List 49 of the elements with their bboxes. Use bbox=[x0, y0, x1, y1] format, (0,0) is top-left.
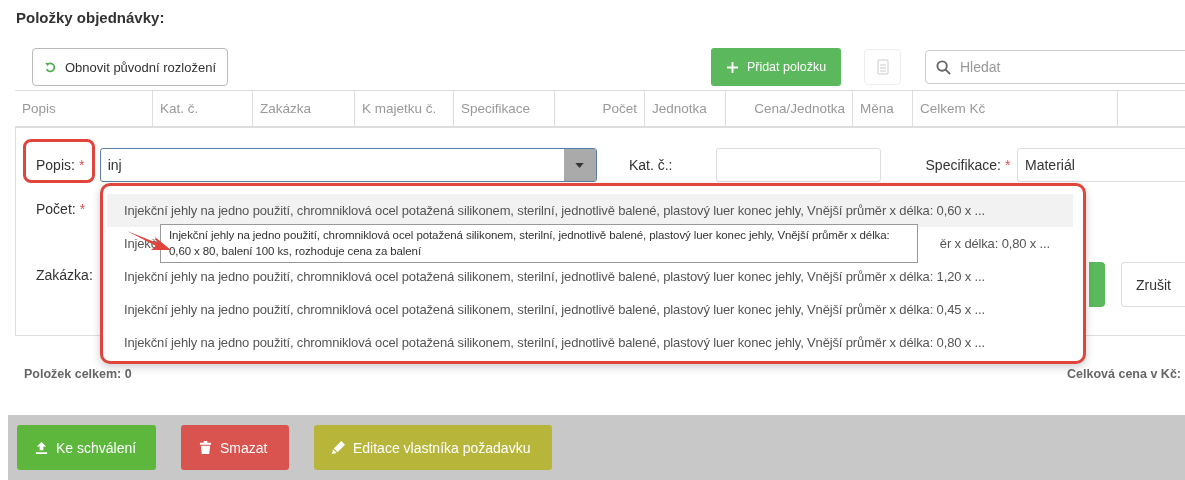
item-count: Položek celkem: 0 bbox=[24, 367, 132, 381]
search-icon bbox=[936, 60, 951, 75]
spreadsheet-file-icon bbox=[874, 59, 891, 75]
trash-icon bbox=[199, 441, 212, 454]
highlight-frame bbox=[23, 139, 95, 183]
suggestion-item[interactable]: Injekční jehly na jedno použití, chromniklová ocel potažená silikonem, sterilní, jednotlivě balené, plastový luer konec jehly, Vnější průměr x délka: 0,80 x ... bbox=[107, 326, 1073, 359]
suggestion-item[interactable]: Injekční jehly na jedno použití, chromniklová ocel potažená silikonem, sterilní, jednotlivě balené, plastový luer konec jehly, Vnější průměr x délka: 0,45 x ... bbox=[107, 293, 1073, 326]
required-mark: * bbox=[78, 157, 85, 173]
suggestion-item[interactable]: Injekční jehly na jedno použití, chromniklová ocel potažená silikonem, sterilní, jednotlivě balené, plastový luer konec jehly, Vnější průměr x délka: 1,20 x ... bbox=[107, 260, 1073, 293]
export-button[interactable] bbox=[864, 49, 901, 85]
search-field[interactable]: Hledat bbox=[925, 50, 1185, 84]
action-button[interactable]: Smazat bbox=[181, 425, 289, 470]
column-header[interactable]: Jednotka bbox=[645, 91, 726, 126]
total-price: Celková cena v Kč: bbox=[1067, 367, 1181, 381]
upload-icon bbox=[35, 441, 48, 454]
field-label: Kat. č.: bbox=[628, 157, 673, 173]
field-label: Zakázka: bbox=[36, 266, 93, 283]
reset-layout-button[interactable]: Obnovit původní rozložení bbox=[32, 48, 228, 86]
column-header[interactable]: Zakázka bbox=[253, 91, 355, 126]
description-combobox[interactable]: inj bbox=[99, 148, 597, 182]
required-mark: * bbox=[1005, 157, 1011, 173]
column-header[interactable]: Kat. č. bbox=[153, 91, 253, 126]
column-header[interactable]: Cena/Jednotka bbox=[726, 91, 853, 126]
column-header[interactable]: Měna bbox=[853, 91, 913, 126]
catalog-number-field[interactable] bbox=[716, 148, 881, 182]
column-header[interactable]: Popis bbox=[15, 91, 153, 126]
undo-icon bbox=[43, 60, 57, 74]
pencil-icon bbox=[332, 441, 345, 454]
section-title: Položky objednávky: bbox=[16, 9, 165, 26]
suggestion-item[interactable]: Injekční jehly na jedno použití, chromniklová ocel potažená silikonem, sterilní, jednotlivě balené, plastový luer konec jehly, Vnější průměr x délka: 0,60 x ... bbox=[107, 194, 1073, 227]
cancel-button[interactable]: Zrušit bbox=[1121, 262, 1185, 307]
specification-field[interactable]: Materiál bbox=[1017, 148, 1185, 182]
plus-icon bbox=[725, 60, 739, 74]
caret-icon bbox=[575, 162, 585, 168]
column-header[interactable]: K majetku č. bbox=[355, 91, 454, 126]
tooltip: Injekční jehly na jedno použití, chromniklová ocel potažená silikonem, sterilní, jednotlivě balené, plastový luer konec jehly, Vnější průměr x délka: 0,60 x 80, balení 100 ks, rozhoduje cena za balení bbox=[160, 224, 918, 263]
action-button[interactable]: Editace vlastníka požadavku bbox=[314, 425, 552, 470]
column-header[interactable]: Celkem Kč bbox=[913, 91, 1118, 126]
add-item-button[interactable]: Přidat položku bbox=[711, 48, 841, 86]
column-header[interactable]: Počet bbox=[555, 91, 645, 126]
field-label: Specifikace: bbox=[925, 157, 1001, 173]
action-button[interactable]: Ke schválení bbox=[17, 425, 156, 470]
field-label: Popis: bbox=[36, 157, 75, 173]
dropdown-button[interactable] bbox=[563, 149, 596, 181]
column-header[interactable]: Specifikace bbox=[454, 91, 555, 126]
save-button[interactable] bbox=[1089, 262, 1105, 307]
required-mark: * bbox=[79, 201, 86, 217]
suggestion-item[interactable]: ěr x délka: 0,80 x ... bbox=[939, 227, 1050, 260]
field-label: Počet: bbox=[36, 201, 76, 217]
